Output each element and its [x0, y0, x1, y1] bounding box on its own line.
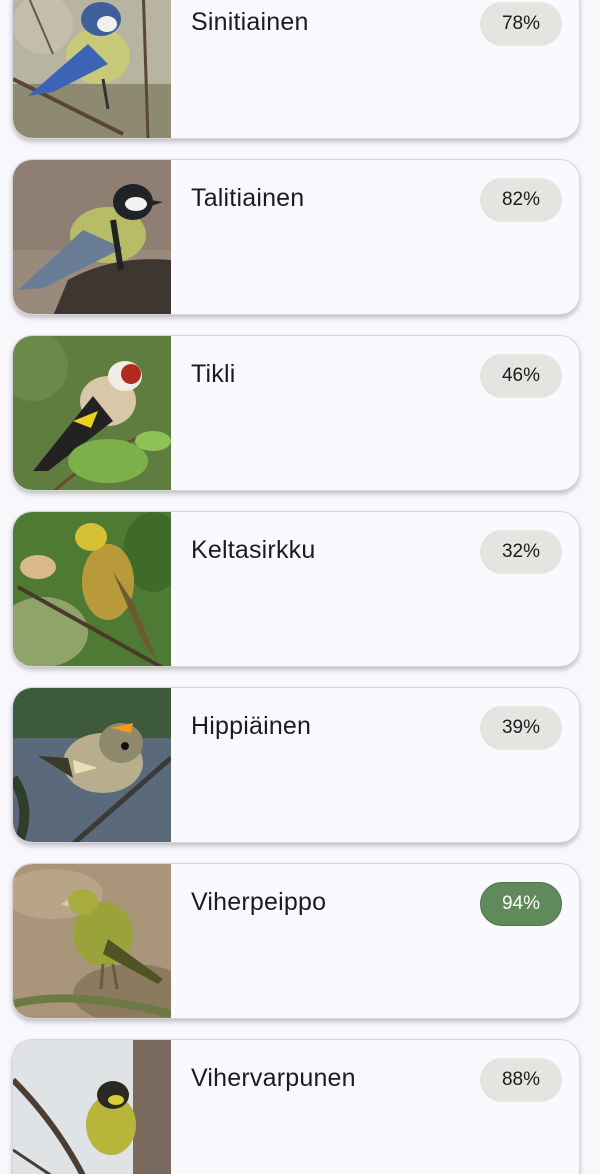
- bird-card-hippiainen[interactable]: Hippiäinen 39%: [12, 687, 580, 843]
- match-score-badge: 78%: [480, 2, 562, 46]
- yellowhammer-photo: [13, 512, 171, 666]
- great-tit-photo: [13, 160, 171, 314]
- greenfinch-photo: [13, 864, 171, 1018]
- bird-name: Sinitiainen: [191, 8, 309, 36]
- goldfinch-photo: [13, 336, 171, 490]
- bird-card-viherpeippo[interactable]: Viherpeippo 94%: [12, 863, 580, 1019]
- bird-card-tikli[interactable]: Tikli 46%: [12, 335, 580, 491]
- bird-name: Vihervarpunen: [191, 1064, 356, 1092]
- bird-result-list: Sinitiainen 78% Talitiainen 82% Tikli 46…: [0, 0, 600, 1174]
- bird-name: Tikli: [191, 360, 236, 388]
- match-score-badge: 88%: [480, 1058, 562, 1102]
- match-score-badge: 82%: [480, 178, 562, 222]
- blue-tit-photo: [13, 0, 171, 138]
- bird-name: Viherpeippo: [191, 888, 327, 916]
- match-score-badge: 46%: [480, 354, 562, 398]
- bird-card-keltasirkku[interactable]: Keltasirkku 32%: [12, 511, 580, 667]
- bird-name: Talitiainen: [191, 184, 305, 212]
- match-score-badge: 39%: [480, 706, 562, 750]
- bird-card-talitiainen[interactable]: Talitiainen 82%: [12, 159, 580, 315]
- bird-name: Keltasirkku: [191, 536, 316, 564]
- goldcrest-photo: [13, 688, 171, 842]
- bird-card-vihervarpunen[interactable]: Vihervarpunen 88%: [12, 1039, 580, 1174]
- match-score-badge: 32%: [480, 530, 562, 574]
- bird-name: Hippiäinen: [191, 712, 312, 740]
- bird-card-sinitiainen[interactable]: Sinitiainen 78%: [12, 0, 580, 139]
- match-score-badge: 94%: [480, 882, 562, 926]
- siskin-photo: [13, 1040, 171, 1174]
